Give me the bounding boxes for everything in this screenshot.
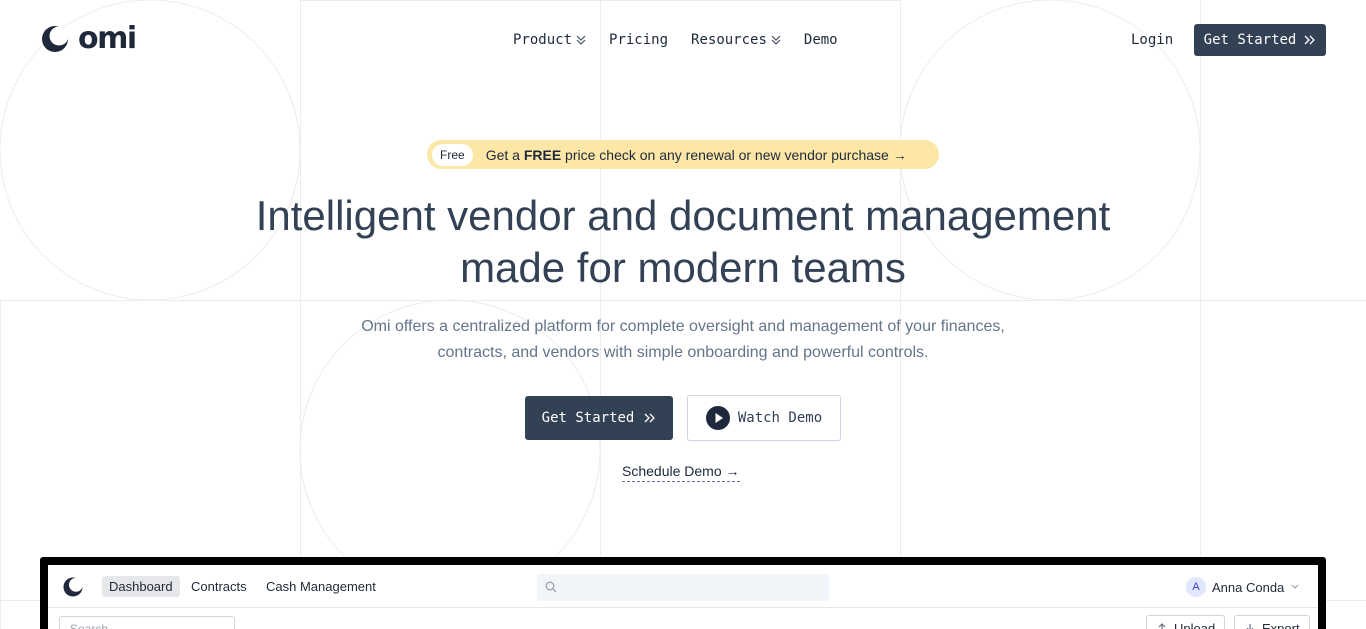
promo-bold: FREE [523, 146, 562, 163]
button-label: Get Started [1203, 32, 1297, 48]
main-nav: Product Pricing Resources Demo [513, 30, 838, 50]
nav-item-product[interactable]: Product [513, 30, 586, 50]
login-link[interactable]: Login [1131, 30, 1173, 50]
schedule-demo-link[interactable]: Schedule Demo → [622, 462, 740, 482]
hero-subheading: Omi offers a centralized platform for co… [330, 314, 1036, 366]
avatar: A [1186, 577, 1206, 597]
button-label: Export [1262, 620, 1300, 629]
chevron-double-down-icon [576, 35, 586, 45]
upload-icon [1158, 623, 1166, 629]
omi-logo-icon [42, 26, 69, 52]
tab-cash-management[interactable]: Cash Management [259, 576, 383, 597]
app-preview-frame: Dashboard Contracts Cash Management A An… [40, 557, 1326, 629]
headline-line-1: Intelligent vendor and document manageme… [255, 192, 1111, 239]
promo-prefix: Get a [485, 146, 524, 163]
subhead-line-2: contracts, and vendors with simple onboa… [437, 344, 929, 361]
export-button[interactable]: Export [1234, 615, 1310, 629]
free-price-check-banner[interactable]: Free Get a FREE price check on any renew… [427, 140, 939, 169]
chevron-double-down-icon [771, 35, 781, 45]
download-icon [1246, 624, 1254, 629]
nav-item-label: Product [513, 32, 573, 48]
search-icon [545, 581, 557, 593]
omi-logo-icon [63, 577, 83, 597]
app-search-input[interactable] [537, 574, 829, 601]
tab-dashboard[interactable]: Dashboard [102, 576, 180, 597]
subhead-line-1: Omi offers a centralized platform for co… [361, 318, 1005, 335]
button-label: Get Started [541, 410, 635, 426]
hero-get-started-button[interactable]: Get Started [525, 396, 673, 440]
app-preview: Dashboard Contracts Cash Management A An… [48, 565, 1318, 629]
brand-name: omi [78, 21, 137, 56]
app-top-bar: Dashboard Contracts Cash Management A An… [48, 565, 1318, 608]
nav-item-label: Pricing [609, 32, 669, 48]
nav-item-resources[interactable]: Resources [691, 30, 781, 50]
hero-headline: Intelligent vendor and document manageme… [0, 190, 1366, 294]
watch-demo-button[interactable]: Watch Demo [687, 395, 841, 441]
button-label: Watch Demo [737, 410, 823, 426]
nav-item-demo[interactable]: Demo [804, 30, 838, 50]
promo-suffix: price check on any renewal or new vendor… [561, 146, 907, 163]
table-search-input[interactable] [59, 616, 235, 629]
promo-text: Get a FREE price check on any renewal or… [486, 147, 907, 163]
chevron-down-icon [1291, 584, 1299, 589]
chevron-double-right-icon [644, 413, 656, 423]
tab-contracts[interactable]: Contracts [184, 576, 254, 597]
nav-item-label: Resources [691, 32, 767, 48]
chevron-double-right-icon [1304, 35, 1316, 45]
omi-logo[interactable]: omi [40, 21, 137, 56]
play-icon [705, 406, 730, 430]
nav-item-label: Demo [803, 32, 838, 48]
upload-button[interactable]: Upload [1146, 615, 1226, 629]
button-label: Upload [1174, 620, 1216, 629]
headline-line-2: made for modern teams [460, 244, 906, 291]
header-get-started-button[interactable]: Get Started [1194, 24, 1326, 56]
nav-item-pricing[interactable]: Pricing [609, 30, 668, 50]
free-badge: Free [432, 143, 473, 166]
user-name: Anna Conda [1212, 579, 1285, 595]
user-menu[interactable]: A Anna Conda [1186, 577, 1300, 597]
